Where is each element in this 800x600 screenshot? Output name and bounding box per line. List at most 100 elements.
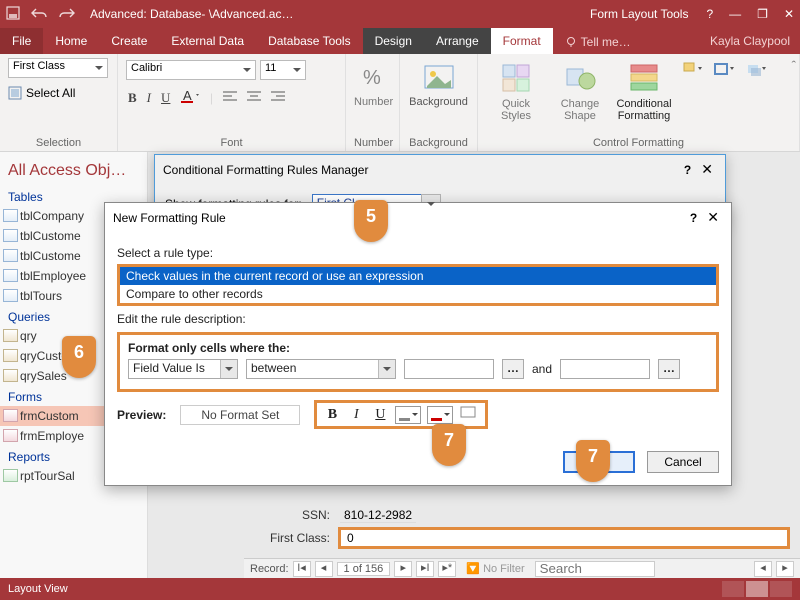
- record-navigation: Record: I◂ ◂ 1 of 156 ▸ ▸I ▸* 🔽 No Filte…: [244, 558, 800, 578]
- svg-text:A: A: [183, 88, 192, 103]
- image-icon: [421, 60, 457, 96]
- form-row-ssn: SSN: 810-12-2982: [250, 508, 788, 523]
- rule-type-list: Check values in the current record or us…: [117, 264, 719, 306]
- record-next-button[interactable]: ▸: [394, 561, 412, 577]
- shape-effects-button[interactable]: [742, 61, 770, 122]
- contextual-tools-label: Form Layout Tools: [572, 7, 707, 21]
- record-first-button[interactable]: I◂: [293, 561, 311, 577]
- record-prev-button[interactable]: ◂: [315, 561, 333, 577]
- scroll-left-button[interactable]: ◂: [754, 561, 772, 577]
- record-position[interactable]: 1 of 156: [337, 562, 391, 576]
- tab-arrange[interactable]: Arrange: [424, 28, 491, 54]
- callout-6: 6: [62, 336, 96, 378]
- change-shape-icon: [563, 61, 597, 95]
- form-view-button[interactable]: [722, 581, 744, 597]
- view-switcher: [722, 581, 792, 597]
- restore-button[interactable]: ❐: [757, 7, 768, 21]
- callout-7a: 7: [432, 424, 466, 466]
- preview-enabled-button[interactable]: [459, 405, 479, 424]
- nfr-title: New Formatting Rule: [113, 211, 684, 225]
- tell-me[interactable]: Tell me…: [553, 28, 643, 54]
- design-view-button[interactable]: [770, 581, 792, 597]
- quick-styles-button[interactable]: Quick Styles: [486, 61, 546, 122]
- view-mode-label: Layout View: [8, 583, 68, 595]
- expression-builder-button-2[interactable]: …: [658, 359, 680, 379]
- cfm-help-button[interactable]: ?: [678, 163, 697, 177]
- shape-outline-button[interactable]: [710, 61, 738, 122]
- selection-combo[interactable]: First Class: [8, 58, 108, 78]
- change-shape-button[interactable]: Change Shape: [550, 61, 610, 122]
- preview-italic-button[interactable]: I: [347, 407, 365, 423]
- percent-icon: %: [355, 60, 391, 96]
- app-title: Advanced: Database- \Advanced.ac…: [76, 7, 572, 21]
- select-all-button[interactable]: Select All: [26, 86, 75, 100]
- preview-fill-color-button[interactable]: [395, 406, 421, 424]
- shape-fill-button[interactable]: [678, 61, 706, 122]
- nav-title[interactable]: All Access Obj…: [0, 152, 147, 186]
- filter-indicator[interactable]: 🔽 No Filter: [460, 562, 530, 575]
- preview-underline-button[interactable]: U: [371, 407, 389, 423]
- value-from-input[interactable]: [404, 359, 494, 379]
- form-row-first-class: First Class: 0: [250, 527, 788, 549]
- ribbon-group-background: Background Background: [400, 54, 478, 151]
- help-icon[interactable]: ?: [706, 7, 713, 21]
- tab-create[interactable]: Create: [99, 28, 159, 54]
- tab-file[interactable]: File: [0, 28, 43, 54]
- ssn-value: 810-12-2982: [340, 508, 416, 523]
- nfr-close-button[interactable]: ✕: [703, 209, 723, 226]
- field-value-combo[interactable]: Field Value Is: [128, 359, 238, 379]
- record-last-button[interactable]: ▸I: [416, 561, 434, 577]
- tab-format[interactable]: Format: [491, 28, 553, 54]
- scroll-right-button[interactable]: ▸: [776, 561, 794, 577]
- preview-bold-button[interactable]: B: [323, 407, 341, 423]
- record-search-input[interactable]: [535, 561, 655, 577]
- preview-label: Preview:: [117, 408, 166, 422]
- user-name[interactable]: Kayla Claypool: [700, 28, 800, 54]
- align-center-button[interactable]: [247, 90, 261, 106]
- align-right-button[interactable]: [271, 90, 285, 106]
- nfr-help-button[interactable]: ?: [684, 211, 703, 225]
- tab-design[interactable]: Design: [363, 28, 424, 54]
- undo-icon[interactable]: [30, 7, 48, 22]
- record-new-button[interactable]: ▸*: [438, 561, 456, 577]
- minimize-button[interactable]: —: [729, 7, 741, 21]
- expression-builder-button[interactable]: …: [502, 359, 524, 379]
- font-face-combo[interactable]: Calibri: [126, 60, 256, 80]
- select-rule-type-label: Select a rule type:: [117, 240, 719, 264]
- font-size-combo[interactable]: 11: [260, 60, 306, 80]
- font-color-button[interactable]: A: [180, 88, 200, 108]
- status-bar: Layout View: [0, 578, 800, 600]
- collapse-ribbon-icon[interactable]: ˆ: [792, 58, 796, 73]
- redo-icon[interactable]: [58, 7, 76, 22]
- conditional-formatting-button[interactable]: Conditional Formatting: [614, 61, 674, 122]
- rule-type-option[interactable]: Check values in the current record or us…: [120, 267, 716, 285]
- ribbon-group-font: Calibri 11 B I U A | Font: [118, 54, 346, 151]
- edit-rule-description-label: Edit the rule description:: [117, 306, 719, 330]
- italic-button[interactable]: I: [147, 90, 151, 106]
- save-icon[interactable]: [6, 6, 20, 23]
- rule-type-option[interactable]: Compare to other records: [120, 285, 716, 303]
- operator-combo[interactable]: between: [246, 359, 396, 379]
- ribbon-group-control-formatting: Quick Styles Change Shape Conditional Fo…: [478, 54, 800, 151]
- cancel-button[interactable]: Cancel: [647, 451, 719, 473]
- format-where-label: Format only cells where the:: [128, 341, 708, 355]
- close-button[interactable]: ✕: [784, 7, 794, 21]
- preview-sample: No Format Set: [180, 405, 300, 425]
- and-label: and: [532, 362, 552, 376]
- title-bar: Advanced: Database- \Advanced.ac… Form L…: [0, 0, 800, 28]
- align-left-button[interactable]: [223, 90, 237, 106]
- underline-button[interactable]: U: [161, 90, 170, 106]
- bold-button[interactable]: B: [128, 90, 137, 106]
- svg-text:%: %: [363, 67, 381, 89]
- callout-5: 5: [354, 200, 388, 242]
- select-all-icon: [8, 86, 22, 100]
- first-class-field[interactable]: 0: [340, 529, 788, 547]
- tab-home[interactable]: Home: [43, 28, 99, 54]
- tab-database-tools[interactable]: Database Tools: [256, 28, 363, 54]
- value-to-input[interactable]: [560, 359, 650, 379]
- tab-external-data[interactable]: External Data: [159, 28, 256, 54]
- cfm-close-button[interactable]: ✕: [697, 161, 717, 178]
- layout-view-button[interactable]: [746, 581, 768, 597]
- ribbon-group-selection: First Class Select All Selection: [0, 54, 118, 151]
- ribbon-group-number: % Number Number: [346, 54, 400, 151]
